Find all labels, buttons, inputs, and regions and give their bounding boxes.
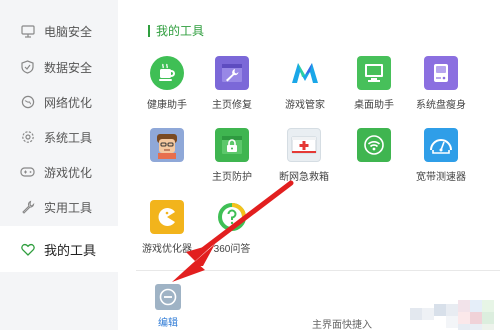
sidebar-item-system-tools[interactable]: 系统工具	[0, 120, 118, 154]
section-title: 我的工具	[148, 22, 204, 39]
tool-disk-slim[interactable]: 系统盘瘦身	[405, 56, 477, 111]
section-title-text: 我的工具	[156, 24, 205, 38]
pacman-icon	[150, 200, 184, 234]
tool-network-first-aid[interactable]: 断网急救箱	[268, 128, 340, 183]
wrench-icon	[20, 200, 35, 215]
tool-label: 桌面助手	[354, 100, 394, 111]
sidebar-item-label: 系统工具	[44, 130, 93, 145]
tool-label: 健康助手	[147, 100, 187, 111]
game-logo-icon	[288, 56, 322, 90]
footer-hint-text: 主界面快捷入	[312, 320, 372, 330]
gamepad-icon	[20, 165, 35, 180]
globe-icon	[20, 95, 35, 110]
speedometer-icon	[424, 128, 458, 162]
tool-health-assistant[interactable]: 健康助手	[131, 56, 203, 111]
tool-game-manager[interactable]: 游戏管家	[269, 56, 341, 111]
edit-button[interactable]: 编辑	[152, 284, 184, 329]
tool-broadband-speed-test[interactable]: 宽带测速器	[405, 128, 477, 183]
sidebar-item-label: 数据安全	[44, 60, 93, 75]
tool-wifi[interactable]	[338, 128, 410, 168]
tea-cup-icon	[150, 56, 184, 90]
tool-homepage-repair[interactable]: 主页修复	[196, 56, 268, 111]
sidebar-item-label: 电脑安全	[44, 24, 93, 39]
lock-icon	[215, 128, 249, 162]
first-aid-icon	[287, 128, 321, 162]
title-accent-bar	[148, 24, 150, 37]
tool-homepage-protect[interactable]: 主页防护	[196, 128, 268, 183]
wrench-icon	[215, 56, 249, 90]
edit-label: 编辑	[158, 318, 178, 329]
sidebar-item-utility-tools[interactable]: 实用工具	[0, 190, 118, 224]
tool-avatar[interactable]	[131, 128, 203, 168]
monitor-icon	[20, 24, 35, 39]
tool-label: 宽带测速器	[416, 172, 466, 183]
sidebar-item-label: 实用工具	[44, 200, 93, 215]
heart-icon	[20, 242, 35, 257]
avatar-icon	[150, 128, 184, 162]
sidebar-item-data-security[interactable]: 数据安全	[0, 50, 118, 84]
sidebar: 电脑安全 数据安全 网络优化 系统工具 游戏优化 实用工具 我的工具	[0, 0, 118, 330]
tool-label: 断网急救箱	[279, 172, 329, 183]
tool-desktop-assistant[interactable]: 桌面助手	[338, 56, 410, 111]
tool-360-qa[interactable]: 360问答	[196, 200, 268, 255]
disk-icon	[424, 56, 458, 90]
sidebar-item-network-optimize[interactable]: 网络优化	[0, 85, 118, 119]
tool-game-optimizer[interactable]: 游戏优化器	[131, 200, 203, 255]
divider	[136, 270, 500, 271]
sidebar-item-my-tools[interactable]: 我的工具	[0, 226, 118, 272]
gear-icon	[20, 130, 35, 145]
app-window: 电脑安全 数据安全 网络优化 系统工具 游戏优化 实用工具 我的工具 我的工具 …	[0, 0, 500, 330]
shield-icon	[20, 60, 35, 75]
desktop-icon	[357, 56, 391, 90]
tool-label: 游戏优化器	[142, 244, 192, 255]
minus-circle-icon	[155, 284, 181, 310]
tool-label: 主页修复	[212, 100, 252, 111]
sidebar-item-label: 我的工具	[44, 242, 97, 258]
tool-label: 系统盘瘦身	[416, 100, 466, 111]
tool-label: 主页防护	[212, 172, 252, 183]
tool-label: 游戏管家	[285, 100, 325, 111]
question-icon	[215, 200, 249, 234]
sidebar-item-game-optimize[interactable]: 游戏优化	[0, 155, 118, 189]
sidebar-item-label: 游戏优化	[44, 165, 93, 180]
wifi-icon	[357, 128, 391, 162]
sidebar-item-label: 网络优化	[44, 95, 93, 110]
tool-label: 360问答	[213, 244, 251, 255]
sidebar-item-computer-security[interactable]: 电脑安全	[0, 14, 118, 48]
pixelated-watermark	[390, 280, 500, 330]
